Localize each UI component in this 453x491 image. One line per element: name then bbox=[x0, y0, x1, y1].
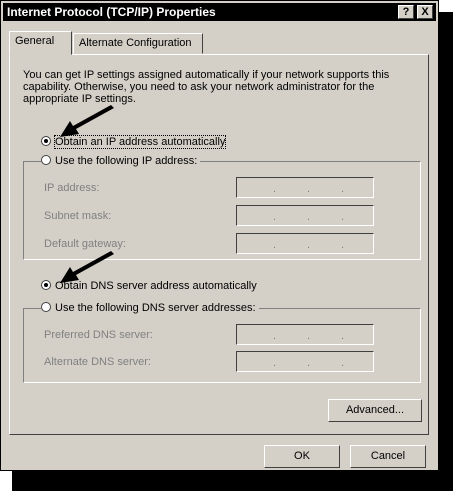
description-text: You can get IP settings assigned automat… bbox=[23, 69, 390, 105]
tab-alternate-configuration[interactable]: Alternate Configuration bbox=[73, 33, 203, 54]
annotation-arrow-icon bbox=[60, 105, 114, 137]
dialog-window: Internet Protocol (TCP/IP) Properties ? … bbox=[0, 0, 439, 471]
close-button[interactable]: X bbox=[417, 5, 433, 19]
advanced-button[interactable]: Advanced... bbox=[328, 399, 422, 422]
cancel-button[interactable]: Cancel bbox=[350, 445, 426, 468]
radio-selected-icon bbox=[41, 280, 51, 290]
ok-button[interactable]: OK bbox=[264, 445, 340, 468]
alternate-dns-label: Alternate DNS server: bbox=[44, 356, 151, 368]
alternate-dns-field[interactable]: ... bbox=[236, 351, 374, 372]
radio-unselected-icon bbox=[41, 155, 51, 165]
tab-general[interactable]: General bbox=[9, 31, 72, 55]
default-gateway-label: Default gateway: bbox=[44, 238, 126, 250]
use-following-ip-radio[interactable]: Use the following IP address: bbox=[41, 155, 201, 167]
radio-selected-icon bbox=[41, 136, 51, 146]
radio-unselected-icon bbox=[41, 302, 51, 312]
subnet-mask-label: Subnet mask: bbox=[44, 210, 112, 222]
default-gateway-field[interactable]: ... bbox=[236, 233, 374, 254]
annotation-arrow-icon bbox=[60, 251, 114, 283]
preferred-dns-label: Preferred DNS server: bbox=[44, 329, 153, 341]
subnet-mask-field[interactable]: ... bbox=[236, 205, 374, 226]
use-following-dns-radio[interactable]: Use the following DNS server addresses: bbox=[41, 302, 259, 314]
help-button[interactable]: ? bbox=[398, 5, 414, 19]
use-following-dns-label: Use the following DNS server addresses: bbox=[55, 302, 256, 314]
ip-address-label: IP address: bbox=[44, 182, 100, 194]
ip-address-field[interactable]: ... bbox=[236, 177, 374, 198]
use-following-ip-label: Use the following IP address: bbox=[55, 155, 198, 167]
title-bar: Internet Protocol (TCP/IP) Properties ? … bbox=[3, 3, 436, 21]
window-title: Internet Protocol (TCP/IP) Properties bbox=[7, 5, 216, 19]
preferred-dns-field[interactable]: ... bbox=[236, 324, 374, 345]
